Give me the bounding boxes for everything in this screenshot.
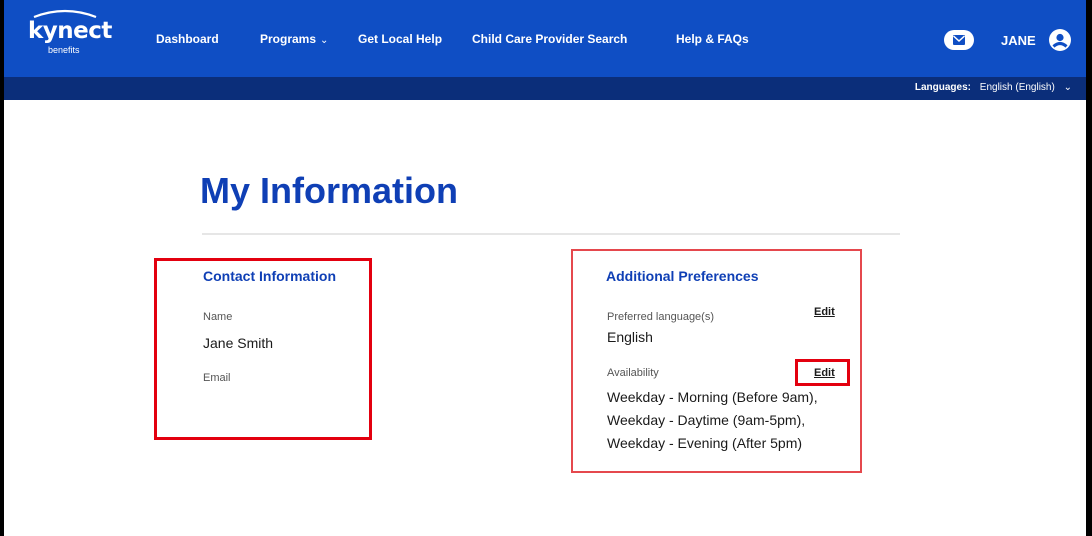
nav-programs-label: Programs xyxy=(260,32,317,46)
email-label: Email xyxy=(203,372,231,384)
language-selected: English (English) xyxy=(979,82,1055,93)
chevron-down-icon: ⌄ xyxy=(1063,82,1072,93)
messages-button[interactable] xyxy=(944,30,974,50)
nav-dashboard[interactable]: Dashboard xyxy=(156,32,219,46)
user-avatar-icon[interactable] xyxy=(1049,29,1071,51)
preferred-language-value: English xyxy=(607,329,653,345)
language-label: Languages: xyxy=(914,82,971,93)
app-frame: kynect benefits Dashboard Programs ⌄ Get … xyxy=(4,0,1086,536)
availability-label: Availability xyxy=(607,367,659,379)
language-bar: Languages: English (English) ⌄ xyxy=(4,77,1086,100)
preferred-language-label: Preferred language(s) xyxy=(607,311,715,323)
title-divider xyxy=(202,233,900,235)
mail-icon xyxy=(952,35,966,45)
logo-subtitle: benefits xyxy=(48,45,80,55)
additional-preferences-heading: Additional Preferences xyxy=(606,268,759,284)
availability-line: Weekday - Daytime (9am-5pm), xyxy=(607,412,806,428)
edit-availability-link[interactable]: Edit xyxy=(814,367,835,379)
chevron-down-icon: ⌄ xyxy=(320,35,329,46)
availability-line: Weekday - Evening (After 5pm) xyxy=(607,435,803,451)
page-title: My Information xyxy=(200,170,458,211)
logo-swoosh-icon xyxy=(33,9,97,18)
user-menu-name[interactable]: JANE xyxy=(1001,33,1036,48)
language-selector[interactable]: Languages: English (English) ⌄ xyxy=(915,82,1072,93)
top-navigation-bar: kynect benefits Dashboard Programs ⌄ Get … xyxy=(4,0,1086,77)
edit-preferred-language-link[interactable]: Edit xyxy=(814,306,835,318)
nav-get-local-help[interactable]: Get Local Help xyxy=(358,32,442,46)
logo-wordmark: kynect xyxy=(28,18,112,44)
name-value: Jane Smith xyxy=(203,335,274,351)
contact-information-heading: Contact Information xyxy=(203,268,336,284)
nav-help-faqs[interactable]: Help & FAQs xyxy=(676,32,749,46)
name-label: Name xyxy=(203,311,233,323)
availability-line: Weekday - Morning (Before 9am), xyxy=(607,389,818,405)
nav-programs[interactable]: Programs ⌄ xyxy=(260,32,328,46)
nav-child-care-provider-search[interactable]: Child Care Provider Search xyxy=(472,32,627,46)
